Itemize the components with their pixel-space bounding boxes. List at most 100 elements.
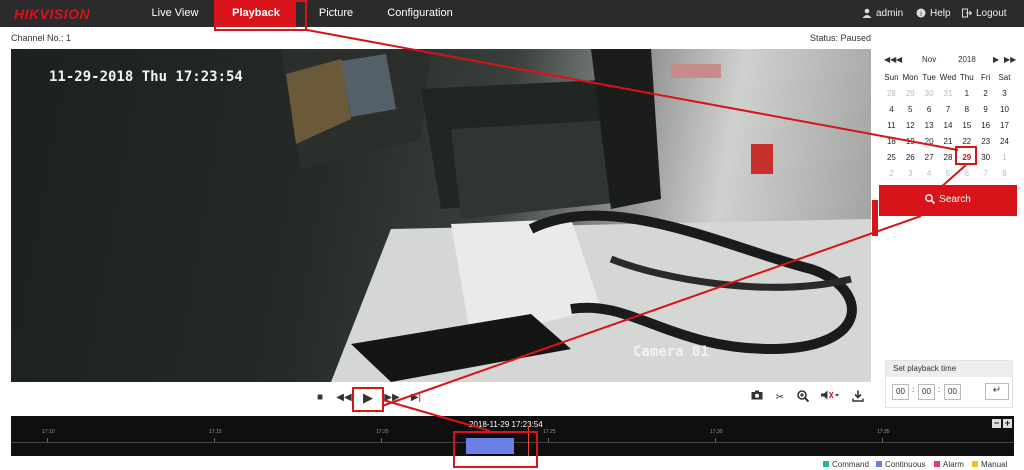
panel-collapse-handle[interactable] <box>872 200 878 236</box>
legend-label: Manual <box>981 460 1008 469</box>
calendar-day[interactable]: 25 <box>882 150 901 166</box>
tab-configuration[interactable]: Configuration <box>380 0 460 27</box>
calendar-day[interactable]: 1 <box>995 150 1014 166</box>
calendar-day[interactable]: 1 <box>957 86 976 102</box>
prev-year-icon[interactable]: ◀◀ <box>884 55 896 64</box>
logout-icon <box>962 8 973 18</box>
next-month-icon[interactable]: ▶ <box>993 55 999 64</box>
calendar-week: 11 12 13 14 15 16 17 <box>882 118 1014 134</box>
calendar-month: Nov <box>922 55 937 64</box>
calendar-day[interactable]: 14 <box>939 118 958 134</box>
tab-live-view[interactable]: Live View <box>140 0 210 27</box>
calendar-day[interactable]: 27 <box>920 150 939 166</box>
calendar-day[interactable]: 29 <box>901 86 920 102</box>
weekday-label: Sun <box>884 73 899 82</box>
second-field[interactable]: 00 <box>944 384 961 400</box>
calendar-day[interactable]: 18 <box>882 134 901 150</box>
calendar-day[interactable]: 8 <box>957 102 976 118</box>
calendar-day[interactable]: 20 <box>920 134 939 150</box>
user-menu[interactable]: admin <box>862 0 903 27</box>
channel-number: Channel No.: 1 <box>11 33 72 43</box>
weekday-label: Sat <box>998 73 1011 82</box>
calendar-day[interactable]: 3 <box>901 166 920 182</box>
video-player[interactable]: 11-29-2018 Thu 17:23:54 Camera 01 <box>11 49 871 382</box>
calendar-day[interactable]: 28 <box>882 86 901 102</box>
calendar-day[interactable]: 4 <box>882 102 901 118</box>
slow-down-icon[interactable]: ◀◀ <box>336 390 352 406</box>
hour-field[interactable]: 00 <box>892 384 909 400</box>
calendar-day[interactable]: 7 <box>939 102 958 118</box>
logout-link[interactable]: Logout <box>962 0 1007 27</box>
calendar-week: 25 26 27 28 29 30 1 <box>882 150 1014 166</box>
enter-icon[interactable]: ↵ <box>985 383 1009 400</box>
calendar-day[interactable]: 8 <box>995 166 1014 182</box>
user-icon <box>862 8 872 18</box>
stop-icon[interactable]: ■ <box>312 390 328 406</box>
calendar-day[interactable]: 26 <box>901 150 920 166</box>
calendar-year: 2018 <box>958 55 976 64</box>
timeline-current-time: 2018-11-29 17:23:54 <box>469 420 543 429</box>
calendar-day[interactable]: 15 <box>957 118 976 134</box>
calendar-day[interactable]: 16 <box>976 118 995 134</box>
username: admin <box>876 8 904 19</box>
prev-month-icon[interactable]: ◀ <box>896 55 902 64</box>
help-link[interactable]: i Help <box>916 0 951 27</box>
calendar-day[interactable]: 3 <box>995 86 1014 102</box>
timeline-tick-label: 17:35 <box>877 429 890 435</box>
download-icon[interactable] <box>850 390 866 406</box>
calendar-day[interactable]: 24 <box>995 134 1014 150</box>
playback-controls: ■ ◀◀ ▶ ▶▶ ▶| ✂ <box>11 384 871 412</box>
legend-swatch <box>934 461 940 467</box>
calendar-day[interactable]: 23 <box>976 134 995 150</box>
logout-label: Logout <box>976 8 1007 19</box>
timeline-tick-label: 17:15 <box>209 429 222 435</box>
calendar-day[interactable]: 13 <box>920 118 939 134</box>
calendar-day[interactable]: 19 <box>901 134 920 150</box>
clip-icon[interactable]: ✂ <box>772 390 788 406</box>
calendar-day[interactable]: 12 <box>901 118 920 134</box>
audio-icon[interactable] <box>819 390 841 406</box>
legend-swatch <box>972 461 978 467</box>
next-year-icon[interactable]: ▶▶ <box>1004 55 1016 64</box>
time-separator: : <box>938 385 941 394</box>
calendar-day[interactable]: 6 <box>920 102 939 118</box>
weekday-label: Tue <box>922 73 936 82</box>
calendar-day[interactable]: 5 <box>939 166 958 182</box>
timeline-zoom-out-button[interactable]: − <box>992 419 1001 428</box>
calendar-day[interactable]: 2 <box>976 86 995 102</box>
calendar-day[interactable]: 30 <box>920 86 939 102</box>
weekday-label: Fri <box>980 73 991 82</box>
calendar-day[interactable]: 2 <box>882 166 901 182</box>
timeline-zoom-in-button[interactable]: + <box>1003 419 1012 428</box>
calendar-day[interactable]: 31 <box>939 86 958 102</box>
timeline-tick-label: 17:10 <box>42 429 55 435</box>
digital-zoom-icon[interactable] <box>795 390 811 406</box>
calendar-day[interactable]: 7 <box>976 166 995 182</box>
time-separator: : <box>912 385 915 394</box>
calendar-day[interactable]: 30 <box>976 150 995 166</box>
legend-alarm: Alarm <box>934 460 964 469</box>
capture-icon[interactable] <box>749 390 765 406</box>
fast-forward-icon[interactable]: ▶▶ <box>384 390 400 406</box>
calendar-day[interactable]: 11 <box>882 118 901 134</box>
calendar-day[interactable]: 10 <box>995 102 1014 118</box>
highlight-search-button <box>879 185 1017 216</box>
calendar-day[interactable]: 4 <box>920 166 939 182</box>
calendar-day[interactable]: 5 <box>901 102 920 118</box>
legend-label: Command <box>832 460 869 469</box>
minute-field[interactable]: 00 <box>918 384 935 400</box>
single-frame-icon[interactable]: ▶| <box>408 390 424 406</box>
video-frame <box>281 49 871 382</box>
calendar-week: 18 19 20 21 22 23 24 <box>882 134 1014 150</box>
legend-swatch <box>876 461 882 467</box>
weekday-label: Mon <box>902 73 919 82</box>
hikvision-logo: HIKVISION <box>14 6 91 22</box>
calendar-header: ◀◀ ◀ Nov 2018 ▶ ▶▶ <box>880 50 1016 68</box>
calendar-day[interactable]: 9 <box>976 102 995 118</box>
calendar-day[interactable]: 17 <box>995 118 1014 134</box>
help-icon: i <box>916 8 926 18</box>
legend-continuous: Continuous <box>876 460 925 469</box>
tab-picture[interactable]: Picture <box>306 0 366 27</box>
calendar-day[interactable]: 6 <box>957 166 976 182</box>
osd-camera-name: Camera 01 <box>633 344 709 360</box>
